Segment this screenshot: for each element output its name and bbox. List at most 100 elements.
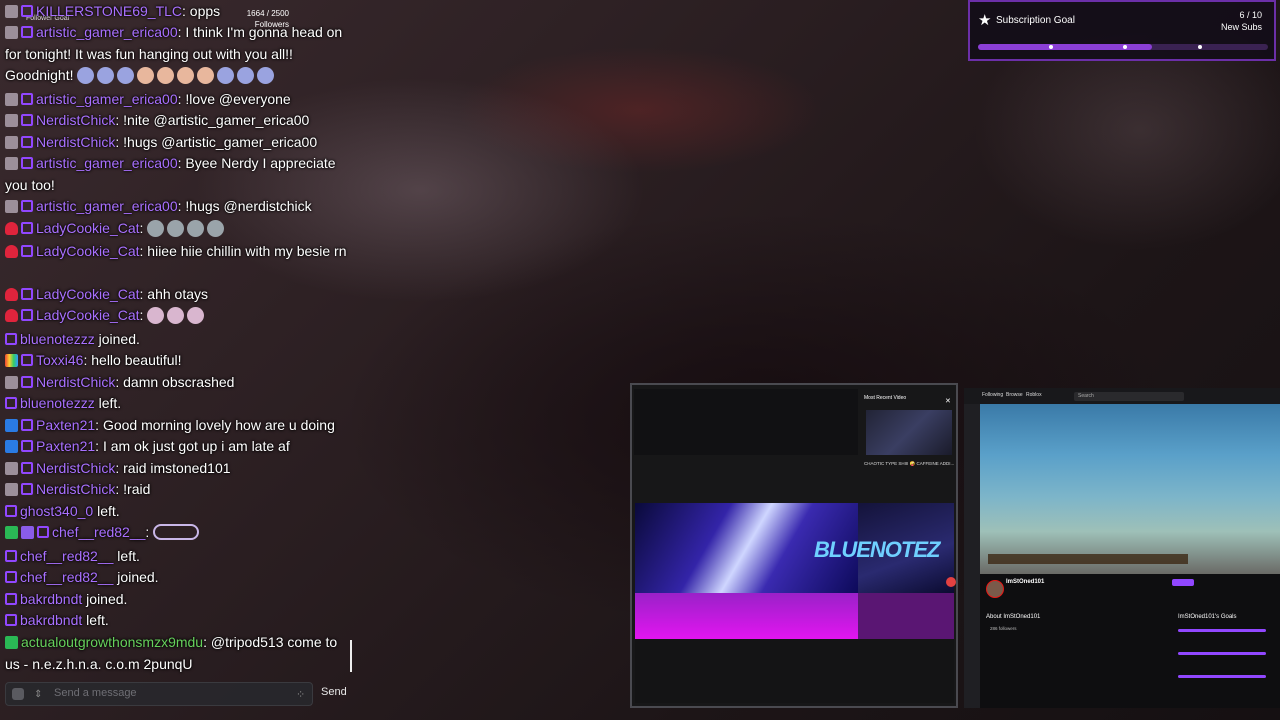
gift-badge-icon <box>5 440 18 453</box>
chat-message: LadyCookie_Cat: <box>5 218 350 240</box>
subscription-goal-progress-bar <box>978 44 1268 50</box>
chat-text: : !hugs @nerdistchick <box>177 198 312 214</box>
chat-username[interactable]: artistic_gamer_erica00 <box>36 24 178 40</box>
nav-roblox[interactable]: Roblox <box>1026 392 1042 398</box>
progress-marker <box>1123 45 1127 49</box>
follow-button[interactable] <box>1172 579 1194 586</box>
close-icon[interactable]: ✕ <box>945 397 951 405</box>
twitch-badge-icon <box>21 93 33 105</box>
chat-message: LadyCookie_Cat: hiiee hiie chillin with … <box>5 241 350 263</box>
chat-text: : !love @everyone <box>177 91 291 107</box>
chat-username[interactable]: chef__red82__ <box>20 569 113 585</box>
chat-text: : ahh otays <box>139 286 209 302</box>
chat-text: : !hugs @artistic_gamer_erica00 <box>115 134 318 150</box>
chat-username[interactable]: bluenotezzz <box>20 395 95 411</box>
twitch-badge-icon <box>21 419 33 431</box>
hearts-emote-icon <box>153 524 200 540</box>
emote-icon <box>217 67 235 84</box>
chat-username[interactable]: NerdistChick <box>36 460 115 476</box>
twitch-badge-icon <box>21 222 33 234</box>
chat-username[interactable]: Paxten21 <box>36 438 95 454</box>
search-placeholder: Search <box>1078 393 1094 399</box>
subscriber-badge-icon <box>5 114 18 127</box>
lurk-emote-icon <box>167 220 185 237</box>
emote-picker-icon[interactable]: ⁘ <box>296 688 305 701</box>
chat-username[interactable]: Toxxi46 <box>36 352 83 368</box>
chat-username[interactable]: NerdistChick <box>36 134 115 150</box>
chat-username[interactable]: artistic_gamer_erica00 <box>36 198 178 214</box>
chat-username[interactable]: bakrdbndt <box>20 591 82 607</box>
chat-username[interactable]: NerdistChick <box>36 481 115 497</box>
chat-username[interactable]: bluenotezzz <box>20 331 95 347</box>
chat-text: joined. <box>94 331 140 347</box>
subscription-goal-unit: New Subs <box>1220 22 1262 32</box>
chat-text: : <box>139 220 144 236</box>
goals-heading: ImStOned101's Goals <box>1178 614 1237 620</box>
subscriber-badge-icon <box>5 5 18 18</box>
twitch-badge-icon <box>21 157 33 169</box>
nav-following[interactable]: Following <box>982 392 1003 398</box>
chevron-icon[interactable]: ⇕ <box>34 689 42 700</box>
chat-text: : opps <box>182 3 221 19</box>
most-recent-video-label: Most Recent Video <box>864 395 907 401</box>
chat-message: KILLERSTONE69_TLC: opps <box>5 1 350 23</box>
video-thumbnail[interactable] <box>866 410 952 455</box>
twitch-badge-icon <box>21 5 33 17</box>
chat-input-bar: ⇕ Send a message ⁘ Send <box>5 682 351 706</box>
progress-marker <box>1198 45 1202 49</box>
chat-message: artistic_gamer_erica00: !love @everyone <box>5 89 350 111</box>
chat-username[interactable]: LadyCookie_Cat <box>36 286 140 302</box>
chat-username[interactable]: NerdistChick <box>36 374 115 390</box>
chat-username[interactable]: artistic_gamer_erica00 <box>36 91 178 107</box>
subscriber-badge-icon <box>5 483 18 496</box>
twitch-badge-icon <box>37 526 49 538</box>
stream-video[interactable] <box>980 404 1280 574</box>
search-input[interactable]: Search <box>1074 392 1184 401</box>
pride-badge-icon <box>5 354 18 367</box>
nav-browse[interactable]: Browse <box>1006 392 1023 398</box>
lurk-emote-icon <box>187 220 205 237</box>
twitch-badge-icon <box>5 571 17 583</box>
chat-message: NerdistChick: !raid <box>5 479 350 501</box>
heart-badge-icon <box>5 245 18 258</box>
chat-username[interactable]: bakrdbndt <box>20 612 82 628</box>
chat-username[interactable]: LadyCookie_Cat <box>36 220 140 236</box>
chat-username[interactable]: LadyCookie_Cat <box>36 243 140 259</box>
chat-message: NerdistChick: damn obscrashed <box>5 372 350 394</box>
twitch-badge-icon <box>5 333 17 345</box>
stream-info: ImStOned101 About ImStOned101 286 follow… <box>980 574 1280 708</box>
chat-username[interactable]: KILLERSTONE69_TLC <box>36 3 182 19</box>
chat-text: : raid imstoned101 <box>115 460 231 476</box>
chat-username[interactable]: chef__red82__ <box>52 524 145 540</box>
subscriber-badge-icon <box>5 136 18 149</box>
chat-input[interactable]: ⇕ Send a message ⁘ <box>5 682 313 706</box>
twitch-badge-icon <box>5 397 17 409</box>
twitch-badge-icon <box>21 136 33 148</box>
heart-badge-icon <box>5 222 18 235</box>
chat-scrollbar[interactable] <box>350 640 352 672</box>
game-hotbar <box>988 554 1188 564</box>
send-button[interactable]: Send <box>321 686 347 698</box>
twitch-badge-icon <box>5 505 17 517</box>
chat-message: bluenotezzz left. <box>5 393 350 415</box>
chat-username[interactable]: actualoutgrowthonsmzx9mdu <box>21 634 203 650</box>
chat-username[interactable]: ghost340_0 <box>20 503 93 519</box>
heart-badge-icon <box>5 288 18 301</box>
emote-icon <box>257 67 275 84</box>
chat-username[interactable]: chef__red82__ <box>20 548 113 564</box>
chat-message: Paxten21: Good morning lovely how are u … <box>5 415 350 437</box>
chat-username[interactable]: Paxten21 <box>36 417 95 433</box>
chat-username[interactable]: LadyCookie_Cat <box>36 307 140 323</box>
emote-icon <box>237 67 255 84</box>
subscriber-badge-icon <box>5 93 18 106</box>
channel-name[interactable]: ImStOned101 <box>1006 579 1044 585</box>
chat-username[interactable]: artistic_gamer_erica00 <box>36 155 178 171</box>
chat-username[interactable]: NerdistChick <box>36 112 115 128</box>
avatar[interactable] <box>986 580 1004 598</box>
video-caption: CHAOTIC TYPE SHIII 🤪 CAFFEINE ADDI... <box>864 461 955 466</box>
emote-icon <box>177 67 195 84</box>
chat-message: NerdistChick: raid imstoned101 <box>5 458 350 480</box>
twitch-badge-icon <box>21 483 33 495</box>
twitch-badge-icon <box>21 114 33 126</box>
chat-text: left. <box>113 548 140 564</box>
